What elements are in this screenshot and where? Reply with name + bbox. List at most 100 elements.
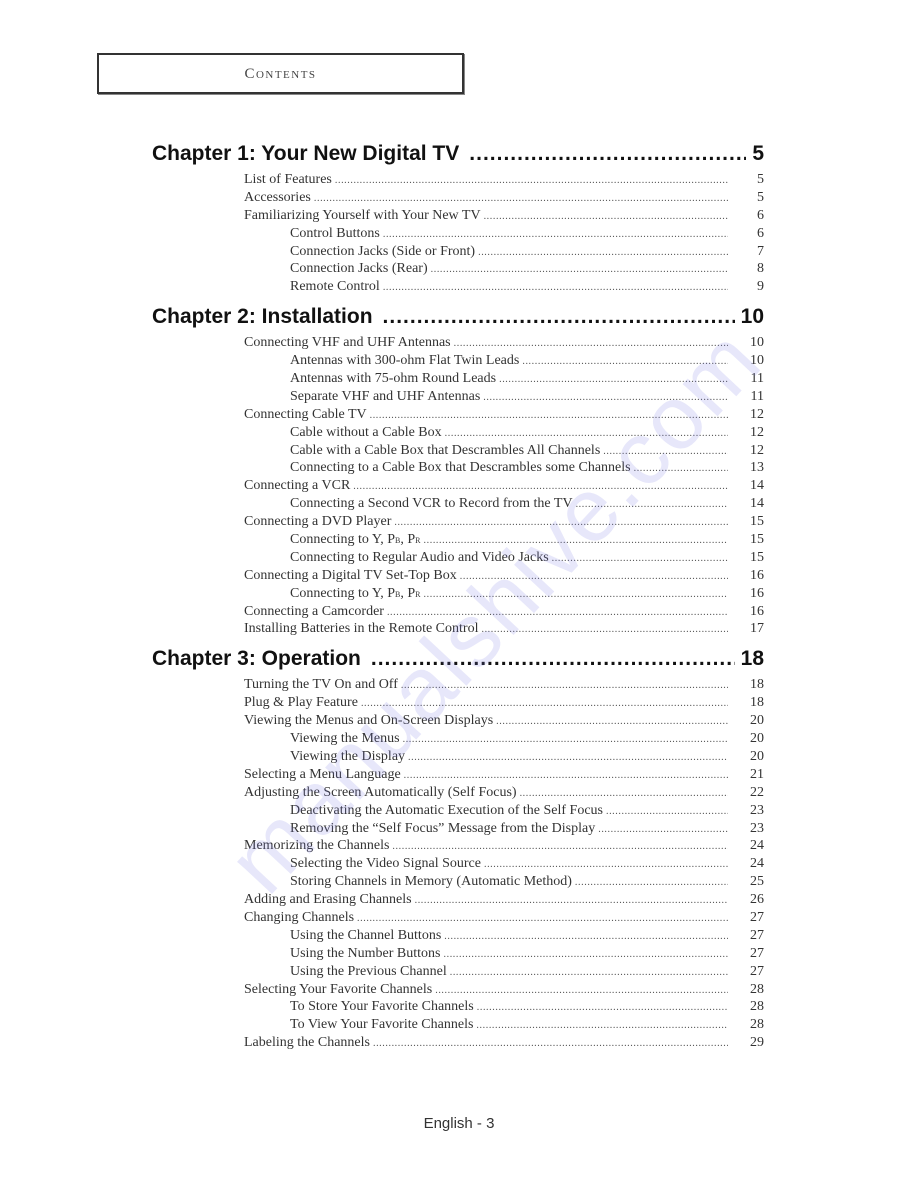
entry-title: Antennas with 300-ohm Flat Twin Leads <box>290 353 520 369</box>
entry-title: Connection Jacks (Rear) <box>290 261 428 277</box>
toc-entry[interactable]: Installing Batteries in the Remote Contr… <box>152 621 764 639</box>
entry-page-number: 12 <box>750 442 764 458</box>
toc-subentry[interactable]: Selecting the Video Signal Source 24 <box>152 856 764 874</box>
toc-entry[interactable]: Connecting a Digital TV Set-Top Box 16 <box>152 568 764 586</box>
dot-leader <box>435 985 728 996</box>
toc-subentry[interactable]: Connecting a Second VCR to Record from t… <box>152 496 764 514</box>
dot-leader <box>576 499 728 510</box>
entry-page-number: 27 <box>750 909 764 925</box>
entry-page-number: 29 <box>750 1035 764 1051</box>
toc-entry[interactable]: Viewing the Menus and On-Screen Displays… <box>152 713 764 731</box>
toc-subentry[interactable]: Connecting to Y, PB, PR 16 <box>152 586 764 604</box>
chapter-heading[interactable]: Chapter 2: Installation 10 <box>152 305 764 335</box>
entry-page-number: 20 <box>750 748 764 764</box>
entry-page-number: 9 <box>757 279 764 295</box>
entry-title: Selecting a Menu Language <box>244 766 401 782</box>
toc-subentry[interactable]: Removing the “Self Focus” Message from t… <box>152 821 764 839</box>
entry-page-number: 6 <box>757 225 764 241</box>
entry-page-number: 14 <box>750 478 764 494</box>
toc-subentry[interactable]: Using the Number Buttons 27 <box>152 946 764 964</box>
chapter-heading[interactable]: Chapter 1: Your New Digital TV 5 <box>152 142 764 172</box>
dot-leader <box>460 571 728 582</box>
entry-title: To View Your Favorite Channels <box>290 1017 474 1033</box>
toc-entry[interactable]: Familiarizing Yourself with Your New TV 6 <box>152 208 764 226</box>
entry-title: Connection Jacks (Side or Front) <box>290 243 476 259</box>
toc-entry[interactable]: Memorizing the Channels 24 <box>152 838 764 856</box>
toc-subentry[interactable]: Connection Jacks (Side or Front) 7 <box>152 244 764 262</box>
toc-entry[interactable]: Connecting a VCR 14 <box>152 478 764 496</box>
toc-subentry[interactable]: Viewing the Display 20 <box>152 749 764 767</box>
dot-leader <box>445 428 728 439</box>
entry-page-number: 22 <box>750 784 764 800</box>
toc-entry[interactable]: Accessories 5 <box>152 190 764 208</box>
toc-entry[interactable]: List of Features 5 <box>152 172 764 190</box>
toc-subentry[interactable]: Connecting to Regular Audio and Video Ja… <box>152 550 764 568</box>
entry-title: Connecting a VCR <box>244 478 351 494</box>
toc-entry[interactable]: Selecting a Menu Language 21 <box>152 767 764 785</box>
chapter-page-number: 18 <box>740 647 764 671</box>
toc-subentry[interactable]: Cable without a Cable Box 12 <box>152 425 764 443</box>
entry-title: Using the Channel Buttons <box>290 927 442 943</box>
dot-leader <box>370 410 728 421</box>
toc-subentry[interactable]: Antennas with 300-ohm Flat Twin Leads 10 <box>152 353 764 371</box>
entry-page-number: 21 <box>750 766 764 782</box>
toc-subentry[interactable]: Connecting to a Cable Box that Descrambl… <box>152 460 764 478</box>
toc-entry[interactable]: Labeling the Channels 29 <box>152 1035 764 1053</box>
toc-entry[interactable]: Adding and Erasing Channels 26 <box>152 892 764 910</box>
toc-entry[interactable]: Plug & Play Feature 18 <box>152 695 764 713</box>
entry-title: Cable with a Cable Box that Descrambles … <box>290 442 601 458</box>
toc-subentry[interactable]: Viewing the Menus 20 <box>152 731 764 749</box>
entry-page-number: 13 <box>750 460 764 476</box>
entry-title: List of Features <box>244 172 332 187</box>
chapter-title: Chapter 1: Your New Digital TV <box>152 142 460 165</box>
entry-title: Changing Channels <box>244 909 355 925</box>
entry-title: Familiarizing Yourself with Your New TV <box>244 207 481 223</box>
toc-subentry[interactable]: Cable with a Cable Box that Descrambles … <box>152 443 764 461</box>
entry-page-number: 27 <box>750 963 764 979</box>
toc-subentry[interactable]: Deactivating the Automatic Execution of … <box>152 803 764 821</box>
entry-title: Connecting a DVD Player <box>244 514 392 530</box>
toc-subentry[interactable]: To View Your Favorite Channels 28 <box>152 1017 764 1035</box>
toc-subentry[interactable]: Remote Control 9 <box>152 279 764 297</box>
toc-entry[interactable]: Connecting VHF and UHF Antennas 10 <box>152 335 764 353</box>
toc-entry[interactable]: Changing Channels 27 <box>152 910 764 928</box>
dot-leader <box>415 895 728 906</box>
toc-subentry[interactable]: Control Buttons 6 <box>152 226 764 244</box>
toc-entry[interactable]: Selecting Your Favorite Channels 28 <box>152 982 764 1000</box>
toc-entry[interactable]: Adjusting the Screen Automatically (Self… <box>152 785 764 803</box>
toc-subentry[interactable]: Antennas with 75-ohm Round Leads 11 <box>152 371 764 389</box>
toc-subentry[interactable]: Connecting to Y, PB, PR 15 <box>152 532 764 550</box>
entry-title: Connecting to Y, PB, PR <box>290 585 421 601</box>
toc-subentry[interactable]: Storing Channels in Memory (Automatic Me… <box>152 874 764 892</box>
entry-title: Connecting to Regular Audio and Video Ja… <box>290 549 549 565</box>
toc-subentry[interactable]: Separate VHF and UHF Antennas 11 <box>152 389 764 407</box>
entry-title: Control Buttons <box>290 225 380 241</box>
dot-leader <box>383 305 735 329</box>
entry-page-number: 5 <box>757 189 764 205</box>
entry-page-number: 6 <box>757 207 764 223</box>
contents-header-box: Contents <box>97 53 464 94</box>
dot-leader <box>361 698 728 709</box>
toc-entry[interactable]: Connecting Cable TV 12 <box>152 407 764 425</box>
toc-subentry[interactable]: Using the Previous Channel 27 <box>152 964 764 982</box>
entry-title: Using the Previous Channel <box>290 963 447 979</box>
entry-title: Deactivating the Automatic Execution of … <box>290 802 603 818</box>
dot-leader <box>575 877 728 888</box>
dot-leader <box>431 264 728 275</box>
entry-page-number: 28 <box>750 981 764 997</box>
dot-leader <box>481 624 728 635</box>
entry-page-number: 14 <box>750 496 764 512</box>
chapter-page-number: 10 <box>740 305 764 329</box>
entry-title: Plug & Play Feature <box>244 695 358 711</box>
toc-entry[interactable]: Connecting a Camcorder 16 <box>152 604 764 622</box>
toc-entry[interactable]: Connecting a DVD Player 15 <box>152 514 764 532</box>
toc-subentry[interactable]: Connection Jacks (Rear) 8 <box>152 261 764 279</box>
toc-subentry[interactable]: Using the Channel Buttons 27 <box>152 928 764 946</box>
toc-subentry[interactable]: To Store Your Favorite Channels 28 <box>152 999 764 1017</box>
entry-page-number: 27 <box>750 927 764 943</box>
entry-page-number: 23 <box>750 802 764 818</box>
toc-entry[interactable]: Turning the TV On and Off 18 <box>152 677 764 695</box>
entry-page-number: 7 <box>757 243 764 259</box>
chapter-heading[interactable]: Chapter 3: Operation 18 <box>152 647 764 677</box>
dot-leader <box>401 680 728 691</box>
